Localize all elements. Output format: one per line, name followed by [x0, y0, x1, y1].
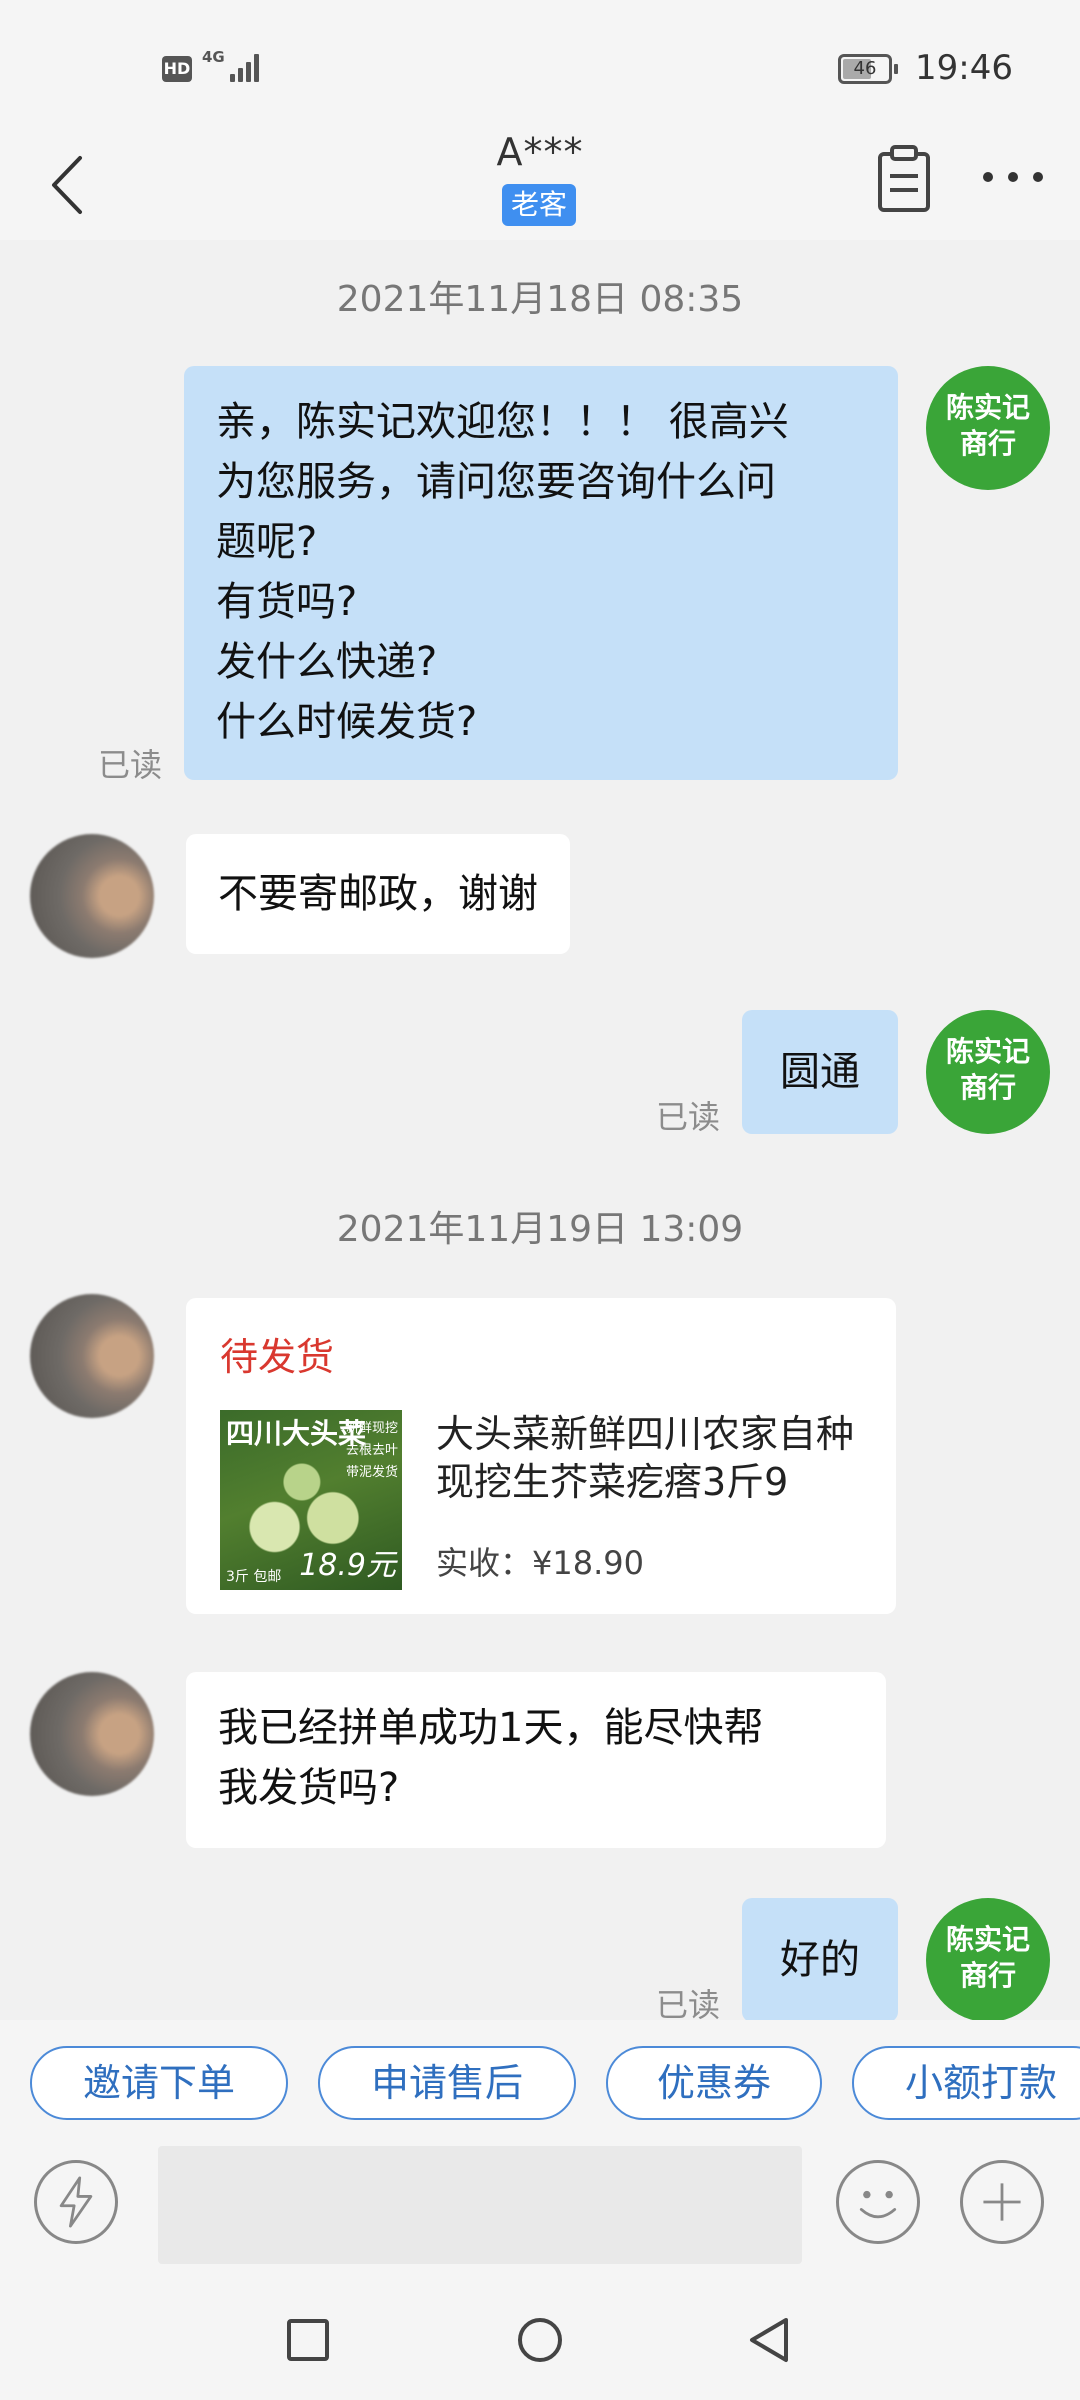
nav-square-icon[interactable]: [286, 2318, 330, 2362]
status-time: 19:46: [915, 48, 1013, 88]
plus-icon[interactable]: [960, 2160, 1044, 2244]
shop-avatar[interactable]: 陈实记 商行: [926, 1898, 1050, 2022]
message-line: 题呢?: [216, 519, 318, 565]
message-input[interactable]: [158, 2146, 802, 2264]
customer-avatar[interactable]: [30, 1294, 154, 1418]
shop-avatar-line: 陈实记: [945, 1035, 1030, 1068]
shop-avatar[interactable]: 陈实记 商行: [926, 366, 1050, 490]
read-receipt: 已读: [98, 746, 163, 784]
shop-avatar-line: 商行: [959, 1071, 1016, 1104]
battery-icon: 46: [838, 54, 898, 84]
message-bubble-outgoing[interactable]: 圆通: [742, 1010, 898, 1134]
chat-header: A*** 老客: [0, 130, 1080, 240]
battery-level: 46: [853, 58, 877, 79]
customer-avatar[interactable]: [30, 1672, 154, 1796]
shop-avatar-line: 陈实记: [945, 391, 1030, 424]
product-image-tags: 新鲜现挖 去根去叶 带泥发货: [346, 1418, 398, 1484]
hd-icon: HD: [162, 56, 192, 82]
nav-back-icon[interactable]: [746, 2316, 794, 2364]
notes-icon[interactable]: [874, 144, 934, 214]
order-card[interactable]: 待发货 四川大头菜 新鲜现挖 去根去叶 带泥发货 3斤 包邮 18.9元 大头菜…: [186, 1298, 896, 1614]
emoji-icon[interactable]: [836, 2160, 920, 2244]
message-bubble-incoming[interactable]: 我已经拼单成功1天，能尽快帮 我发货吗?: [186, 1672, 886, 1848]
product-image: 四川大头菜 新鲜现挖 去根去叶 带泥发货 3斤 包邮 18.9元: [220, 1410, 402, 1590]
customer-avatar[interactable]: [30, 834, 154, 958]
message-line: 我已经拼单成功1天，能尽快帮: [218, 1705, 764, 1751]
message-bubble-outgoing[interactable]: 好的: [742, 1898, 898, 2022]
shop-avatar-line: 商行: [959, 1959, 1016, 1992]
input-bar: [0, 2140, 1080, 2280]
product-image-shipping: 3斤 包邮: [226, 1569, 282, 1585]
timestamp: 2021年11月19日 13:09: [336, 1209, 744, 1250]
shop-avatar-line: 陈实记: [945, 1923, 1030, 1956]
signal-icon: [222, 50, 262, 82]
order-status: 待发货: [220, 1335, 335, 1379]
coupon-button[interactable]: 优惠券: [606, 2046, 822, 2120]
product-name: 大头菜新鲜四川农家自种现挖生芥菜疙瘩3斤9: [436, 1412, 855, 1504]
shop-avatar[interactable]: 陈实记 商行: [926, 1010, 1050, 1134]
nav-circle-icon[interactable]: [516, 2316, 564, 2364]
more-icon[interactable]: [978, 162, 1048, 192]
product-image-price: 18.9元: [299, 1548, 396, 1583]
product-image-tag: 带泥发货: [345, 1465, 398, 1480]
timestamp: 2021年11月18日 08:35: [336, 279, 744, 320]
message-line: 我发货吗?: [218, 1765, 400, 1811]
product-image-tag: 新鲜现挖: [345, 1421, 398, 1436]
message-line: 亲，陈实记欢迎您！！！ 很高兴: [216, 399, 789, 445]
status-bar: HD 4G 46 19:46: [0, 0, 1080, 130]
message-line: 为您服务，请问您要咨询什么问: [216, 459, 776, 505]
message-bubble-outgoing[interactable]: 亲，陈实记欢迎您！！！ 很高兴 为您服务，请问您要咨询什么问 题呢? 有货吗? …: [184, 366, 898, 780]
message-line: 什么时候发货?: [216, 699, 478, 745]
message-line: 发什么快递?: [216, 639, 438, 685]
after-sales-button[interactable]: 申请售后: [318, 2046, 576, 2120]
lightning-icon[interactable]: [34, 2160, 118, 2244]
customer-tag: 老客: [502, 184, 576, 226]
read-receipt: 已读: [656, 1098, 721, 1136]
product-image-tag: 去根去叶: [345, 1443, 398, 1458]
quick-actions-bar: 邀请下单 申请售后 优惠券 小额打款: [0, 2020, 1080, 2140]
message-bubble-incoming[interactable]: 不要寄邮政，谢谢: [186, 834, 570, 954]
small-payment-button[interactable]: 小额打款: [852, 2046, 1080, 2120]
shop-avatar-line: 商行: [959, 427, 1016, 460]
system-nav-bar: [0, 2280, 1080, 2400]
invite-order-button[interactable]: 邀请下单: [30, 2046, 288, 2120]
message-line: 有货吗?: [216, 579, 358, 625]
product-price: 实收：¥18.90: [436, 1544, 644, 1582]
